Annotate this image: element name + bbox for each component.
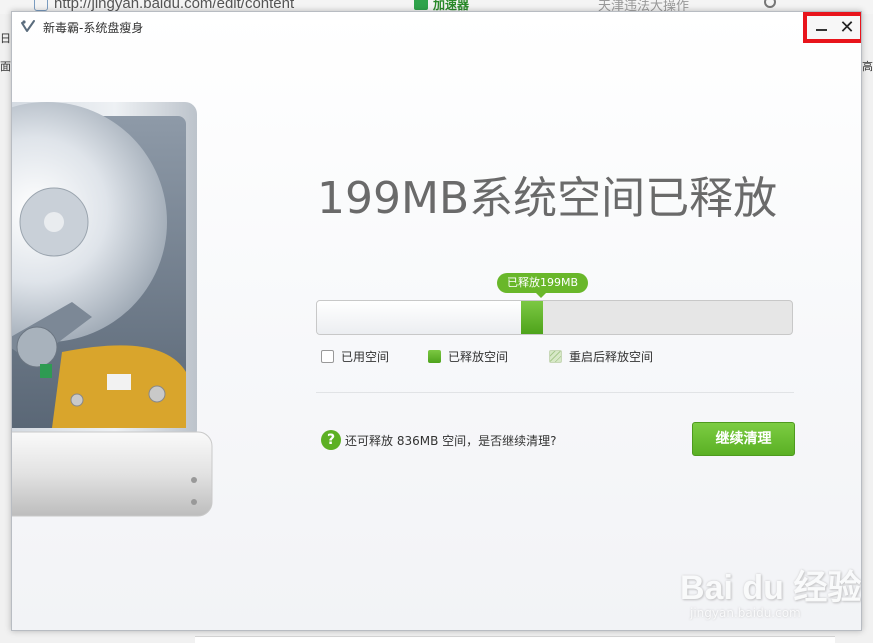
background-page-text: 日 [0, 32, 11, 45]
legend-used: 已用空间 [321, 348, 389, 364]
legend-freed-swatch [428, 349, 441, 363]
close-button[interactable]: ✕ [837, 18, 857, 38]
tooltip-arrow [536, 293, 546, 298]
cleanup-dialog: 新毒霸-系统盘瘦身 ✕ 199MB系统空间已释放 已释放199MB 已用空间 已… [11, 11, 862, 631]
duba-logo-icon [21, 20, 35, 32]
background-page-text: 高 [862, 60, 873, 73]
hard-drive-illustration [12, 102, 213, 517]
dialog-title: 新毒霸-系统盘瘦身 [43, 21, 144, 35]
watermark-url: jingyan.baidu.com [690, 606, 801, 620]
background-page-text: 面 [0, 60, 11, 73]
baidu-watermark: Bai du 经验 jingyan.baidu.com [680, 560, 861, 630]
progress-used-segment [317, 301, 522, 334]
progress-freed-segment [521, 301, 543, 334]
freed-space-headline: 199MB系统空间已释放 [317, 173, 778, 224]
freed-tooltip: 已释放199MB [497, 273, 589, 293]
dialog-titlebar[interactable]: 新毒霸-系统盘瘦身 [12, 12, 861, 40]
continue-prompt-text: 还可释放 836MB 空间，是否继续清理? [345, 434, 557, 448]
minimize-button[interactable] [811, 18, 831, 38]
legend-used-swatch [321, 349, 334, 363]
legend-restart-swatch [549, 349, 562, 363]
question-icon: ? [321, 430, 341, 450]
accelerator-icon[interactable] [414, 0, 428, 10]
legend-label: 已释放空间 [448, 349, 509, 364]
space-progress-bar [316, 300, 793, 335]
page-lock-icon [34, 0, 48, 11]
window-controls-highlight: ✕ [803, 12, 861, 43]
continue-clean-button[interactable]: 继续清理 [692, 422, 795, 456]
search-icon[interactable] [764, 0, 776, 8]
legend-label: 已用空间 [341, 349, 390, 364]
legend-restart: 重启后释放空间 [549, 348, 653, 364]
legend-label: 重启后释放空间 [569, 349, 654, 364]
legend-freed: 已释放空间 [428, 348, 508, 364]
watermark-logo: Bai du 经验 [680, 569, 862, 607]
background-page-panel [195, 636, 835, 643]
section-divider [316, 392, 794, 393]
